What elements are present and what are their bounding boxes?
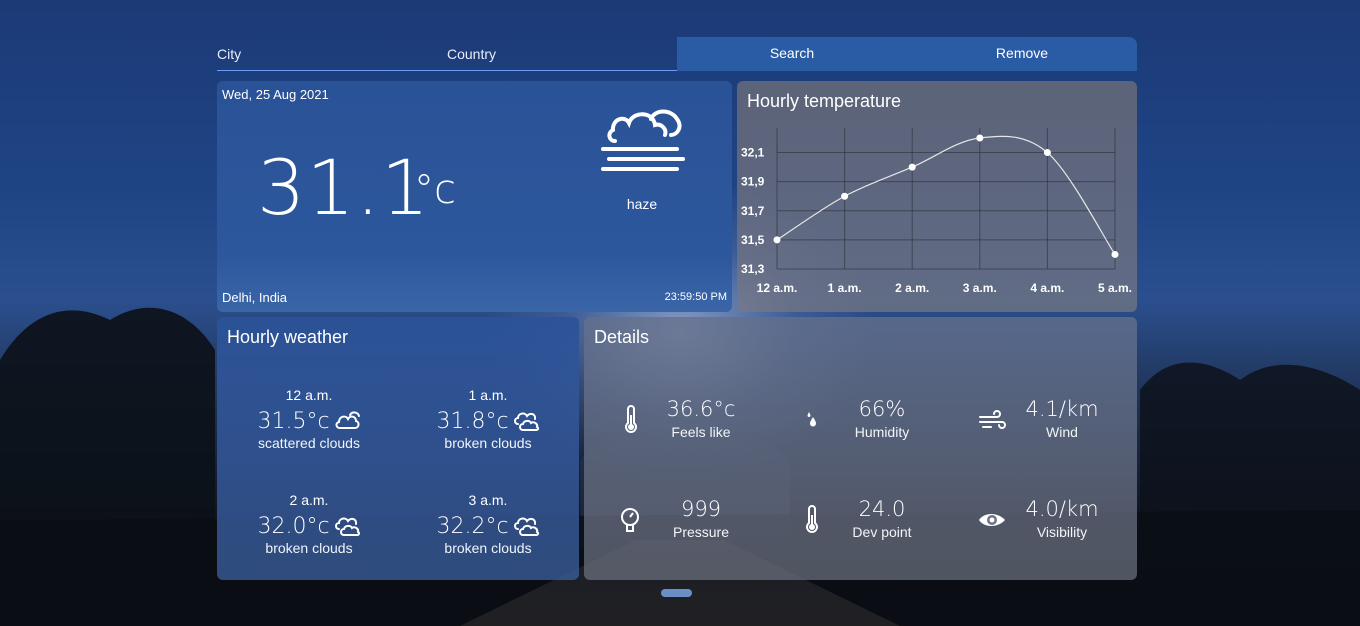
y-tick-label: 32,1 bbox=[741, 146, 765, 160]
data-point bbox=[1111, 250, 1119, 258]
hourly-item: 1 a.m. 31.8 °c broken clouds bbox=[413, 387, 563, 451]
detail-dew-point: 24.0 Dev point bbox=[797, 497, 957, 547]
broken-clouds-icon bbox=[513, 412, 539, 431]
detail-value: 4.0/km bbox=[1025, 497, 1099, 521]
thermometer-icon bbox=[625, 405, 637, 433]
hour-time: 3 a.m. bbox=[468, 492, 508, 508]
hour-time: 1 a.m. bbox=[468, 387, 508, 403]
x-tick-label: 4 a.m. bbox=[1030, 281, 1064, 295]
hour-description: broken clouds bbox=[444, 540, 532, 556]
temperature-line bbox=[776, 135, 1116, 255]
current-location: Delhi, India bbox=[222, 290, 288, 305]
hour-temperature-unit: °c bbox=[306, 408, 330, 434]
thermometer-icon bbox=[806, 505, 818, 533]
data-point bbox=[1043, 149, 1051, 157]
search-underline bbox=[217, 70, 677, 71]
detail-label: Wind bbox=[1046, 424, 1078, 440]
wind-icon bbox=[979, 410, 1006, 429]
hour-temperature: 32.0 bbox=[257, 513, 307, 539]
detail-value: 24.0 bbox=[858, 497, 906, 521]
hour-temperature-unit: °c bbox=[306, 513, 330, 539]
detail-label: Pressure bbox=[672, 524, 730, 540]
search-button[interactable]: Search bbox=[677, 37, 907, 71]
hour-description: broken clouds bbox=[265, 540, 353, 556]
data-point bbox=[976, 134, 984, 142]
details-panel: Details 36.6°c Feels like 66% Humidity 4… bbox=[584, 317, 1137, 580]
detail-visibility: 4.0/km Visibility bbox=[977, 497, 1137, 547]
hourly-temperature-chart: 32,1 31,9 31,7 31,5 31,3 12 a.m. 1 a.m. 2 a.m. 3… bbox=[741, 128, 1132, 295]
hour-temperature: 31.8 bbox=[436, 408, 486, 434]
search-bar: Search Remove bbox=[217, 37, 1137, 71]
current-temperature: 31.1 bbox=[257, 143, 431, 232]
detail-label: Dev point bbox=[852, 524, 912, 540]
detail-label: Humidity bbox=[854, 424, 910, 440]
haze-icon bbox=[601, 109, 685, 171]
detail-feels-like: 36.6°c Feels like bbox=[616, 397, 776, 447]
detail-pressure: 999 Pressure bbox=[616, 497, 776, 547]
hour-temperature-unit: °c bbox=[485, 408, 509, 434]
hour-time: 12 a.m. bbox=[285, 387, 333, 403]
hourly-item: 2 a.m. 32.0 °c broken clouds bbox=[234, 492, 384, 556]
y-tick-label: 31,5 bbox=[741, 233, 765, 247]
detail-value: 4.1/km bbox=[1025, 397, 1099, 421]
carousel-indicator[interactable] bbox=[661, 589, 692, 597]
detail-wind: 4.1/km Wind bbox=[977, 397, 1137, 447]
y-tick-label: 31,7 bbox=[741, 204, 765, 218]
action-buttons: Search Remove bbox=[677, 37, 1137, 71]
x-tick-label: 3 a.m. bbox=[963, 281, 997, 295]
detail-label: Visibility bbox=[1036, 524, 1088, 540]
hour-description: broken clouds bbox=[444, 435, 532, 451]
current-weather-panel: Wed, 25 Aug 2021 31.1 °c haze Delhi, Ind… bbox=[217, 81, 732, 312]
current-date: Wed, 25 Aug 2021 bbox=[222, 87, 329, 102]
city-input[interactable] bbox=[217, 37, 437, 70]
y-tick-label: 31,3 bbox=[741, 262, 765, 276]
pressure-icon bbox=[621, 508, 639, 532]
current-time: 23:59:50 PM bbox=[664, 291, 727, 303]
x-tick-label: 12 a.m. bbox=[757, 281, 798, 295]
x-tick-label: 1 a.m. bbox=[828, 281, 862, 295]
detail-value: 66% bbox=[858, 397, 906, 421]
current-temperature-unit: °c bbox=[414, 167, 456, 213]
x-tick-label: 2 a.m. bbox=[895, 281, 929, 295]
eye-icon bbox=[979, 514, 1005, 526]
current-condition: haze bbox=[626, 196, 658, 212]
hourly-temperature-panel: Hourly temperature 32,1 31,9 31,7 31,5 31,3 1… bbox=[737, 81, 1137, 312]
hour-description: scattered clouds bbox=[258, 435, 360, 451]
hourly-item: 12 a.m. 31.5 °c scattered clouds bbox=[234, 387, 384, 451]
hourly-weather-title: Hourly weather bbox=[227, 327, 349, 347]
remove-button[interactable]: Remove bbox=[907, 37, 1137, 71]
humidity-icon bbox=[807, 412, 816, 427]
scattered-clouds-icon bbox=[335, 411, 360, 429]
details-title: Details bbox=[594, 327, 650, 347]
broken-clouds-icon bbox=[513, 517, 539, 536]
hour-temperature: 32.2 bbox=[436, 513, 486, 539]
x-tick-label: 5 a.m. bbox=[1098, 281, 1132, 295]
detail-humidity: 66% Humidity bbox=[797, 397, 957, 447]
data-point bbox=[773, 236, 781, 244]
detail-value: 36.6°c bbox=[666, 397, 736, 421]
hourly-item: 3 a.m. 32.2 °c broken clouds bbox=[413, 492, 563, 556]
country-input[interactable] bbox=[447, 37, 677, 70]
broken-clouds-icon bbox=[334, 517, 360, 536]
detail-value: 999 bbox=[680, 497, 722, 521]
data-point bbox=[908, 163, 916, 171]
hour-temperature-unit: °c bbox=[485, 513, 509, 539]
y-tick-label: 31,9 bbox=[741, 175, 765, 189]
hour-time: 2 a.m. bbox=[289, 492, 329, 508]
detail-label: Feels like bbox=[671, 424, 731, 440]
hourly-weather-panel: Hourly weather 12 a.m. 31.5 °c scattered … bbox=[217, 317, 579, 580]
hour-temperature: 31.5 bbox=[257, 408, 307, 434]
data-point bbox=[841, 192, 849, 200]
